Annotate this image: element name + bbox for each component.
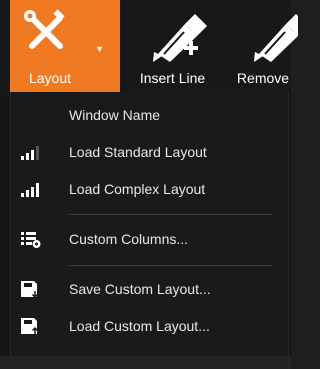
menu-item-label: Load Complex Layout	[69, 181, 206, 197]
menu-divider	[69, 214, 273, 215]
layout-button[interactable]: ▼ Layout	[10, 0, 120, 92]
insert-line-label: Insert Line	[139, 70, 206, 86]
wrench-screwdriver-icon	[24, 9, 65, 49]
signal-bars-full-icon	[21, 183, 39, 197]
menu-item-label: Load Standard Layout	[69, 144, 207, 160]
menu-item-load-custom-layout[interactable]: Load Custom Layout...	[11, 309, 288, 343]
toolbar-divider	[124, 0, 125, 92]
toolbar: ▼ Layout Insert Line Remove	[0, 0, 298, 92]
signal-bars-medium-icon	[21, 146, 39, 160]
menu-header-window-name: Window Name	[11, 98, 288, 132]
pen-remove-icon	[254, 14, 298, 62]
menu-item-custom-columns[interactable]: Custom Columns...	[11, 222, 288, 256]
window-bottom-band	[0, 356, 291, 369]
menu-item-label: Load Custom Layout...	[69, 318, 210, 334]
menu-item-load-standard-layout[interactable]: Load Standard Layout	[11, 135, 288, 169]
left-panel-edge	[0, 92, 10, 369]
menu-item-save-custom-layout[interactable]: Save Custom Layout...	[11, 272, 288, 306]
menu-divider	[69, 265, 273, 266]
menu-item-load-complex-layout[interactable]: Load Complex Layout	[11, 172, 288, 206]
save-layout-icon	[21, 281, 39, 299]
menu-item-label: Custom Columns...	[69, 231, 189, 247]
menu-header-label: Window Name	[69, 107, 161, 123]
menu-item-label: Save Custom Layout...	[69, 281, 211, 297]
columns-gear-icon	[21, 232, 41, 248]
layout-dropdown-menu: Window Name Load Standard Layout Load Co…	[10, 92, 289, 357]
layout-label: Layout	[28, 70, 72, 86]
chevron-down-icon: ▼	[95, 44, 104, 54]
insert-line-button[interactable]: Insert Line	[127, 0, 218, 92]
pen-plus-icon	[153, 14, 207, 62]
load-layout-icon	[21, 318, 39, 334]
remove-button[interactable]: Remove	[228, 0, 298, 92]
remove-label: Remove	[236, 70, 290, 86]
